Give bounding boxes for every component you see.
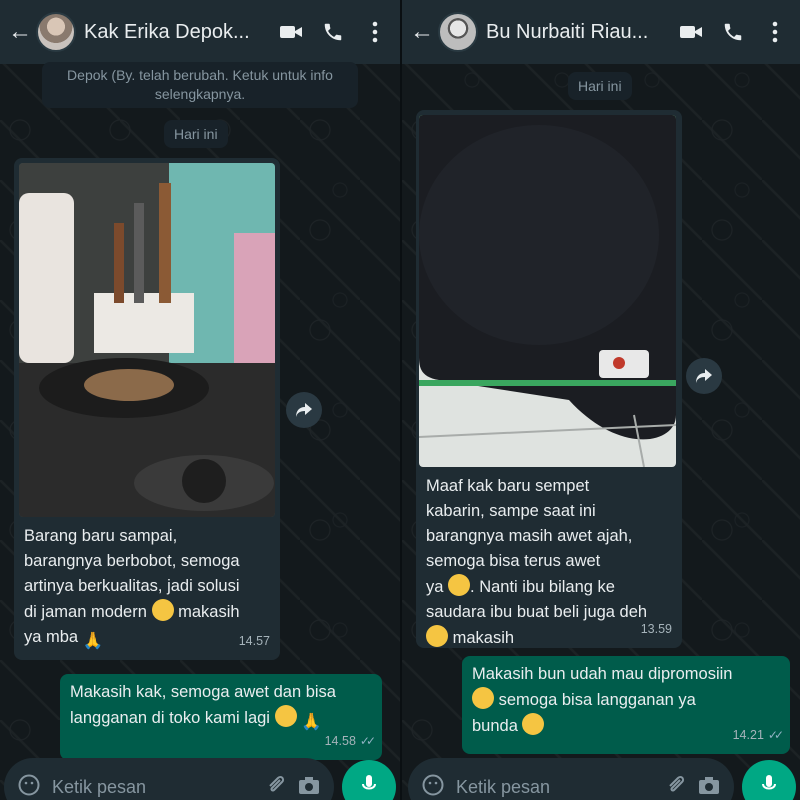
more-vert-icon[interactable] xyxy=(358,21,392,43)
message-text-line: makasih xyxy=(178,603,240,621)
avatar[interactable] xyxy=(36,12,76,52)
folded-hands-emoji-icon: 🙏 xyxy=(301,713,322,731)
message-text-line: semoga bisa langganan ya xyxy=(498,691,696,709)
emoji-icon[interactable] xyxy=(18,774,40,800)
message-text-line: Maaf kak baru sempet xyxy=(426,477,590,495)
attach-icon[interactable] xyxy=(266,774,286,800)
message-text-line: artinya berkualitas, jadi solusi xyxy=(24,577,240,595)
grinning-emoji-icon xyxy=(522,713,545,735)
outgoing-message[interactable]: Makasih bun udah mau dipromosiin semoga … xyxy=(462,656,790,754)
message-input[interactable]: Ketik pesan xyxy=(456,777,654,798)
system-message[interactable]: Depok (By. telah berubah. Ketuk untuk in… xyxy=(42,62,358,108)
camera-icon[interactable] xyxy=(698,775,720,800)
phone-icon[interactable] xyxy=(316,21,350,43)
message-text-line: makasih xyxy=(452,629,515,647)
message-time: 14.58 xyxy=(324,734,356,748)
back-arrow-icon[interactable]: ← xyxy=(410,18,434,46)
message-photo[interactable] xyxy=(19,163,275,517)
phone-icon[interactable] xyxy=(716,21,750,43)
message-input[interactable]: Ketik pesan xyxy=(52,777,254,798)
video-call-icon[interactable] xyxy=(674,23,708,41)
message-text-line: langganan di toko kami lagi xyxy=(70,709,270,727)
message-composer[interactable]: Ketik pesan xyxy=(408,758,734,800)
date-chip: Hari ini xyxy=(568,72,632,100)
message-text-line: semoga bisa terus awet xyxy=(426,552,601,570)
hand-over-mouth-emoji-icon xyxy=(151,599,174,621)
read-receipt-icon: ✓✓ xyxy=(359,734,376,748)
message-photo[interactable] xyxy=(419,115,676,467)
message-time: 13.59 xyxy=(640,622,672,636)
message-text-line: barangnya berbobot, semoga xyxy=(24,552,240,570)
mic-icon xyxy=(761,774,777,800)
message-text-line: Makasih kak, semoga awet dan bisa xyxy=(70,683,336,701)
grinning-emoji-icon xyxy=(448,574,471,596)
message-text-line: ya mba xyxy=(24,628,79,646)
message-time: 14.57 xyxy=(238,634,270,648)
contact-name[interactable]: Kak Erika Depok... xyxy=(84,21,266,44)
hand-over-mouth-emoji-icon xyxy=(426,625,448,647)
camera-icon[interactable] xyxy=(298,775,320,800)
emoji-icon[interactable] xyxy=(422,774,444,800)
video-call-icon[interactable] xyxy=(274,23,308,41)
message-text-line: ya xyxy=(426,578,444,596)
message-text-line: barangnya masih awet ajah, xyxy=(426,527,633,545)
more-vert-icon[interactable] xyxy=(758,21,792,43)
chat-header: ← Kak Erika Depok... xyxy=(0,0,400,64)
message-text-line: di jaman modern xyxy=(24,603,147,621)
message-composer[interactable]: Ketik pesan xyxy=(4,758,334,800)
date-chip: Hari ini xyxy=(164,120,228,148)
outgoing-message[interactable]: Makasih kak, semoga awet dan bisa langga… xyxy=(60,674,382,760)
attach-icon[interactable] xyxy=(666,774,686,800)
chat-header: ← Bu Nurbaiti Riau... xyxy=(402,0,800,64)
message-text-line: saudara ibu buat beli juga deh xyxy=(426,603,648,621)
chat-panel-right: ← Bu Nurbaiti Riau... Hari ini Maaf kak … xyxy=(402,0,800,800)
message-text-line: Barang baru sampai, xyxy=(24,527,178,545)
message-time: 14.21 xyxy=(732,728,764,742)
message-text-line: . Nanti ibu bilang ke xyxy=(470,578,615,596)
back-arrow-icon[interactable]: ← xyxy=(8,18,32,46)
forward-icon[interactable] xyxy=(686,358,722,394)
folded-hands-emoji-icon: 🙏 xyxy=(82,632,104,650)
heart-eyes-emoji-icon xyxy=(472,687,494,709)
incoming-message[interactable]: Barang baru sampai, barangnya berbobot, … xyxy=(14,158,280,660)
message-text-line: bunda xyxy=(472,717,518,735)
incoming-message[interactable]: Maaf kak baru sempet kabarin, sampe saat… xyxy=(416,110,682,648)
chat-panel-left: ← Kak Erika Depok... Depok (By. telah be… xyxy=(0,0,400,800)
forward-icon[interactable] xyxy=(286,392,322,428)
contact-name[interactable]: Bu Nurbaiti Riau... xyxy=(486,21,666,44)
message-text-line: kabarin, sampe saat ini xyxy=(426,502,596,520)
avatar[interactable] xyxy=(438,12,478,52)
heart-eyes-emoji-icon xyxy=(274,705,297,727)
mic-icon xyxy=(361,774,377,800)
message-text-line: Makasih bun udah mau dipromosiin xyxy=(472,665,733,683)
read-receipt-icon: ✓✓ xyxy=(767,728,784,742)
